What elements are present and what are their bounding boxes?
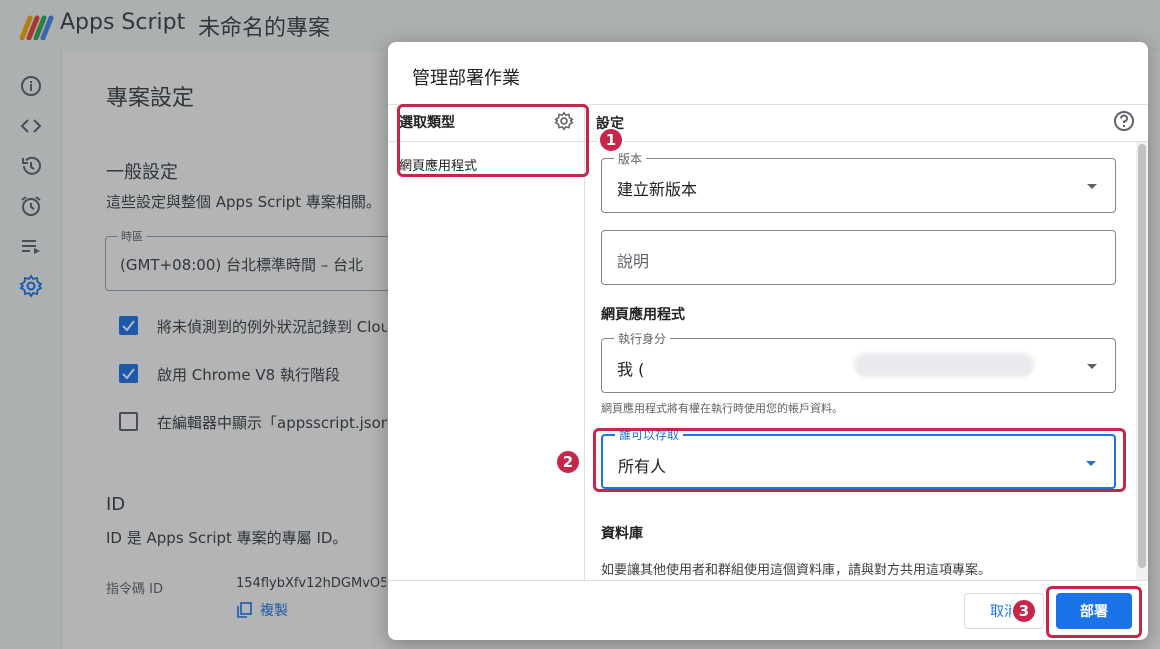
dropdown-arrow-icon xyxy=(1087,364,1097,369)
scrollbar-thumb[interactable] xyxy=(1138,144,1146,568)
description-input[interactable]: 說明 xyxy=(601,230,1116,285)
highlight-deploy xyxy=(1046,586,1142,638)
library-heading: 資料庫 xyxy=(601,526,643,542)
execute-as-value: 我 ( xyxy=(617,360,645,379)
execute-as-label: 執行身分 xyxy=(614,330,671,347)
divider xyxy=(585,141,1148,142)
dropdown-arrow-icon xyxy=(1087,184,1097,189)
highlight-select-type xyxy=(397,104,589,177)
library-desc: 如要讓其他使用者和群組使用這個資料庫，請與對方共用這項專案。 xyxy=(601,563,992,578)
redacted-email xyxy=(854,353,1034,377)
execute-as-select[interactable]: 執行身分 我 ( xyxy=(601,330,1116,393)
divider xyxy=(388,580,1148,581)
help-icon[interactable] xyxy=(1113,110,1135,132)
webapp-heading: 網頁應用程式 xyxy=(601,307,685,323)
version-label: 版本 xyxy=(614,150,647,167)
annotation-badge-1: 1 xyxy=(598,127,624,153)
manage-deployments-dialog: 管理部署作業 選取類型 網頁應用程式 設定 版本 建立新版本 說明 網頁應用程式… xyxy=(388,42,1148,640)
version-value: 建立新版本 xyxy=(617,180,698,199)
execute-helper: 網頁應用程式將有權在執行時使用您的帳戶資料。 xyxy=(601,402,843,415)
annotation-badge-3: 3 xyxy=(1011,598,1037,624)
dialog-title: 管理部署作業 xyxy=(412,68,520,89)
highlight-access xyxy=(593,428,1126,492)
description-placeholder: 說明 xyxy=(617,252,650,271)
annotation-badge-2: 2 xyxy=(555,449,581,475)
version-select[interactable]: 版本 建立新版本 xyxy=(601,150,1116,213)
